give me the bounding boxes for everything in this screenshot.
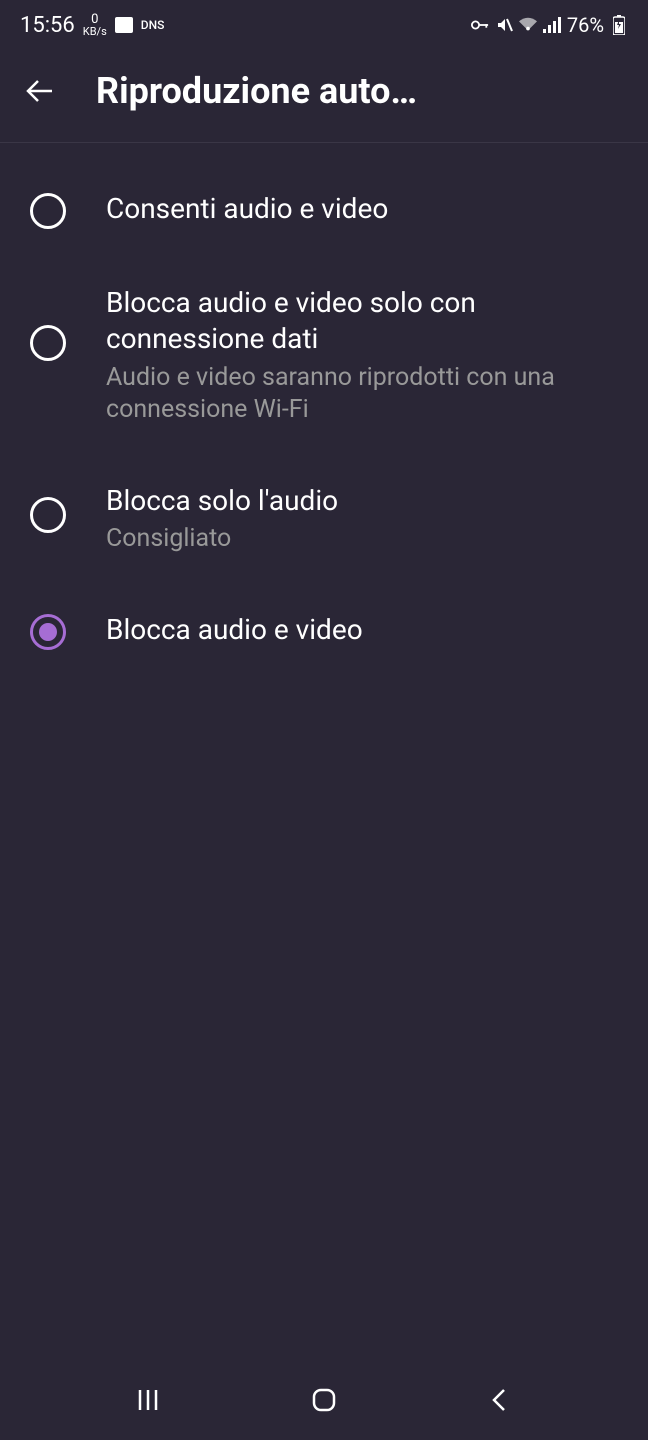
navigation-bar — [0, 1360, 648, 1440]
radio-button[interactable] — [30, 325, 66, 361]
option-label: Consenti audio e video — [106, 191, 618, 227]
option-content: Blocca audio e video solo con connession… — [106, 285, 618, 427]
option-label: Blocca solo l'audio — [106, 483, 618, 519]
option-sublabel: Audio e video saranno riprodotti con una… — [106, 362, 618, 427]
radio-button[interactable] — [30, 497, 66, 533]
status-right: 76% — [471, 13, 628, 37]
option-label: Blocca audio e video solo con connession… — [106, 285, 618, 358]
status-left: 15:56 0 KB/s DNS — [20, 13, 164, 38]
home-icon — [310, 1386, 338, 1414]
status-bar: 15:56 0 KB/s DNS 76% — [0, 0, 648, 50]
radio-button[interactable] — [30, 614, 66, 650]
wifi-icon — [519, 16, 537, 34]
options-list: Consenti audio e video Blocca audio e vi… — [0, 143, 648, 698]
arrow-left-icon — [24, 75, 56, 107]
page-title: Riproduzione auto… — [96, 70, 624, 112]
radio-button[interactable] — [30, 193, 66, 229]
option-block-cellular[interactable]: Blocca audio e video solo con connession… — [0, 257, 648, 455]
battery-percentage: 76% — [567, 13, 604, 37]
mute-icon — [495, 16, 513, 34]
back-button[interactable] — [24, 75, 56, 107]
chevron-left-icon — [486, 1386, 514, 1414]
option-label: Blocca audio e video — [106, 612, 618, 648]
option-sublabel: Consigliato — [106, 523, 618, 556]
status-time: 15:56 — [20, 13, 75, 38]
option-block-audio-only[interactable]: Blocca solo l'audio Consigliato — [0, 455, 648, 584]
recents-button[interactable] — [128, 1380, 168, 1420]
image-icon — [115, 17, 133, 33]
back-nav-button[interactable] — [480, 1380, 520, 1420]
battery-icon — [610, 16, 628, 34]
option-content: Blocca audio e video — [106, 612, 618, 648]
option-block-audio-video[interactable]: Blocca audio e video — [0, 584, 648, 678]
vpn-key-icon — [471, 16, 489, 34]
signal-icon — [543, 16, 561, 34]
dns-label: DNS — [141, 18, 165, 32]
home-button[interactable] — [304, 1380, 344, 1420]
option-content: Blocca solo l'audio Consigliato — [106, 483, 618, 556]
option-allow-audio-video[interactable]: Consenti audio e video — [0, 163, 648, 257]
header: Riproduzione auto… — [0, 50, 648, 143]
option-content: Consenti audio e video — [106, 191, 618, 227]
recents-icon — [134, 1386, 162, 1414]
status-kbs: 0 KB/s — [83, 13, 107, 37]
